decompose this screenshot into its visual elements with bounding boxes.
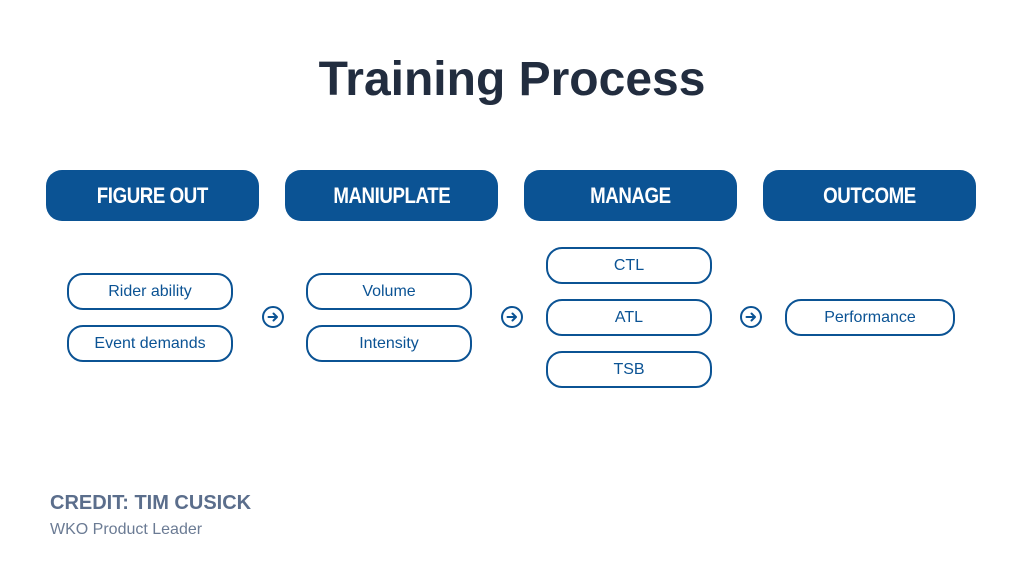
node-intensity: Intensity — [306, 325, 472, 362]
arrow-right-circle-icon — [501, 306, 523, 328]
column-header-outcome: OUTCOME — [763, 170, 976, 221]
column-header-figure-out: FIGURE OUT — [46, 170, 259, 221]
node-performance: Performance — [785, 299, 955, 336]
node-volume: Volume — [306, 273, 472, 310]
credit-name: CREDIT: TIM CUSICK — [50, 492, 252, 514]
credit-role: WKO Product Leader — [50, 521, 203, 538]
node-atl: ATL — [546, 299, 712, 336]
column-header-manipulate: MANIUPLATE — [285, 170, 498, 221]
arrow-right-circle-icon — [262, 306, 284, 328]
node-ctl: CTL — [546, 247, 712, 284]
node-rider-ability: Rider ability — [67, 273, 233, 310]
arrow-right-circle-icon — [740, 306, 762, 328]
column-header-manage: MANAGE — [524, 170, 737, 221]
page-title: Training Process — [318, 53, 706, 106]
node-event-demands: Event demands — [67, 325, 233, 362]
node-tsb: TSB — [546, 351, 712, 388]
